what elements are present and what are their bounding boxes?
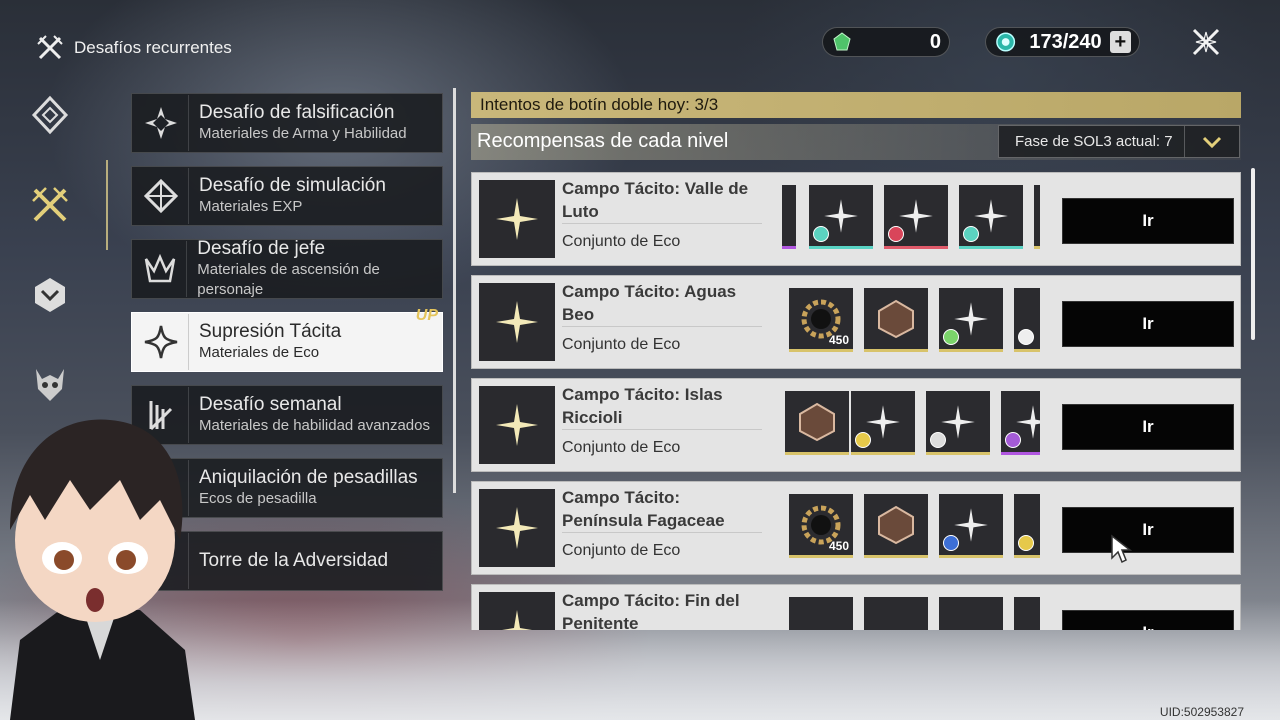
sparkle-icon	[496, 404, 538, 446]
go-button[interactable]: Ir	[1062, 507, 1234, 553]
reward-item[interactable]	[926, 391, 990, 455]
reward-item[interactable]	[939, 494, 1003, 558]
sparkle-icon	[496, 198, 538, 240]
reward-item[interactable]	[864, 288, 928, 352]
reward-item[interactable]	[782, 185, 796, 249]
mouse-cursor-icon	[1111, 534, 1132, 564]
reward-list[interactable]: 450	[782, 494, 1040, 560]
reward-item[interactable]	[1014, 597, 1040, 630]
reward-item[interactable]	[785, 391, 849, 455]
reward-item[interactable]	[884, 185, 948, 249]
field-name: Campo Tácito: Valle de Luto	[562, 179, 749, 221]
field-card: Campo Tácito: Fin del Penitente Ir	[471, 584, 1241, 630]
reward-quantity: 450	[828, 333, 849, 347]
go-button[interactable]: Ir	[1062, 198, 1234, 244]
reward-item[interactable]: 450	[789, 494, 853, 558]
field-thumbnail	[479, 592, 555, 630]
reward-item[interactable]	[1014, 494, 1040, 558]
reward-list[interactable]	[782, 185, 1040, 251]
field-type: Conjunto de Eco	[562, 439, 681, 456]
reward-item[interactable]	[939, 597, 1003, 630]
cards-scrollbar[interactable]	[1251, 168, 1255, 340]
field-thumbnail	[479, 180, 555, 258]
reward-list[interactable]	[782, 391, 1040, 457]
reward-item[interactable]	[851, 391, 915, 455]
dice-crystal-icon	[799, 402, 835, 441]
divider	[562, 326, 762, 327]
field-name: Campo Tácito: Fin del Penitente	[562, 591, 740, 630]
divider	[562, 429, 762, 430]
divider	[562, 532, 762, 533]
field-thumbnail	[479, 489, 555, 567]
dice-crystal-icon	[878, 299, 914, 338]
field-type: Conjunto de Eco	[562, 336, 681, 353]
field-name: Campo Tácito: Aguas Beo	[562, 282, 737, 324]
reward-list[interactable]	[782, 597, 1040, 630]
sparkle-icon	[496, 507, 538, 549]
go-button[interactable]: Ir	[1062, 610, 1234, 630]
field-name: Campo Tácito: Península Fagaceae	[562, 488, 725, 530]
streamer-avatar	[10, 419, 195, 720]
reward-item[interactable]	[864, 494, 928, 558]
reward-item[interactable]	[1014, 288, 1040, 352]
dice-crystal-icon	[878, 505, 914, 544]
sparkle-icon	[502, 610, 532, 630]
reward-item[interactable]	[809, 185, 873, 249]
reward-item[interactable]	[939, 288, 1003, 352]
reward-item[interactable]	[959, 185, 1023, 249]
field-card: Campo Tácito: Aguas Beo Conjunto de Eco …	[471, 275, 1241, 369]
divider	[562, 223, 762, 224]
field-name: Campo Tácito: Islas Riccioli	[562, 385, 723, 427]
user-id: UID:502953827	[1159, 705, 1244, 719]
reward-list[interactable]: 450	[782, 288, 1040, 354]
reward-item[interactable]: 450	[789, 288, 853, 352]
go-button[interactable]: Ir	[1062, 301, 1234, 347]
sparkle-icon	[496, 301, 538, 343]
go-button[interactable]: Ir	[1062, 404, 1234, 450]
reward-item[interactable]	[1034, 185, 1040, 249]
field-thumbnail	[479, 283, 555, 361]
reward-item[interactable]	[1001, 391, 1040, 455]
field-type: Conjunto de Eco	[562, 542, 681, 559]
field-thumbnail	[479, 386, 555, 464]
reward-item[interactable]	[789, 597, 853, 630]
reward-item[interactable]	[864, 597, 928, 630]
field-type: Conjunto de Eco	[562, 233, 681, 250]
field-card: Campo Tácito: Valle de Luto Conjunto de …	[471, 172, 1241, 266]
reward-quantity: 450	[828, 539, 849, 553]
field-card: Campo Tácito: Península Fagaceae Conjunt…	[471, 481, 1241, 575]
field-card: Campo Tácito: Islas Riccioli Conjunto de…	[471, 378, 1241, 472]
